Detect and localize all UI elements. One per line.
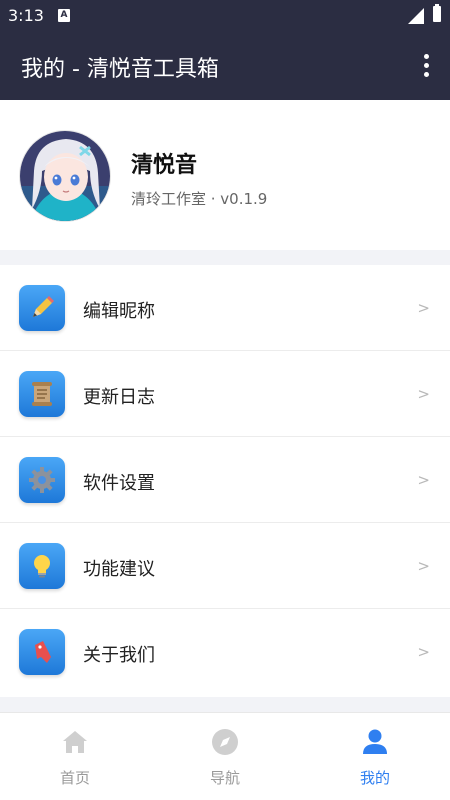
status-bar: 3:13 A — [0, 0, 450, 32]
menu-item-suggestions[interactable]: 功能建议 > — [0, 523, 450, 609]
chevron-right-icon: > — [417, 471, 430, 489]
signal-icon — [408, 8, 424, 24]
chevron-right-icon: > — [417, 557, 430, 575]
profile-name: 清悦音 — [131, 153, 198, 178]
menu-item-label: 更新日志 — [83, 387, 155, 408]
menu-item-label: 软件设置 — [83, 473, 155, 494]
avatar[interactable] — [19, 130, 111, 222]
menu-item-label: 编辑昵称 — [83, 301, 155, 322]
menu-item-edit-nickname[interactable]: 编辑昵称 > — [0, 265, 450, 351]
menu-item-about-us[interactable]: 关于我们 > — [0, 609, 450, 695]
profile-card: 清悦音 清玲工作室 · v0.1.9 — [0, 100, 450, 250]
chevron-right-icon: > — [417, 299, 430, 317]
menu-item-settings[interactable]: 软件设置 > — [0, 437, 450, 523]
profile-subtitle: 清玲工作室 · v0.1.9 — [131, 190, 268, 208]
person-icon — [363, 729, 387, 754]
more-vert-icon[interactable] — [418, 52, 436, 80]
app-bar: 我的 - 清悦音工具箱 — [0, 32, 450, 100]
battery-icon — [433, 4, 441, 22]
nav-label: 导航 — [209, 769, 240, 787]
menu-item-label: 关于我们 — [83, 645, 155, 666]
compass-icon — [212, 729, 238, 755]
menu-item-label: 功能建议 — [83, 559, 155, 580]
lightbulb-icon — [19, 543, 65, 589]
page-title: 我的 - 清悦音工具箱 — [21, 57, 219, 82]
gear-icon — [19, 457, 65, 503]
pencil-icon — [19, 285, 65, 331]
scroll-icon — [19, 371, 65, 417]
notification-app-icon: A — [58, 9, 70, 22]
chevron-right-icon: > — [417, 385, 430, 403]
menu-item-changelog[interactable]: 更新日志 > — [0, 351, 450, 437]
nav-tab-navigation[interactable]: 导航 — [150, 713, 300, 800]
bottom-navigation: 首页 导航 我的 — [0, 712, 450, 800]
settings-menu: 编辑昵称 > 更新日志 > 软件设置 > 功能建议 > 关于我们 > — [0, 265, 450, 697]
nav-label: 首页 — [59, 769, 90, 787]
chevron-right-icon: > — [417, 643, 430, 661]
nav-label: 我的 — [359, 769, 390, 787]
status-time: 3:13 — [8, 6, 44, 25]
nav-tab-home[interactable]: 首页 — [0, 713, 150, 800]
avatar-image — [20, 131, 110, 221]
nav-tab-me[interactable]: 我的 — [300, 713, 450, 800]
home-icon — [63, 731, 87, 753]
bookmark-icon — [19, 629, 65, 675]
